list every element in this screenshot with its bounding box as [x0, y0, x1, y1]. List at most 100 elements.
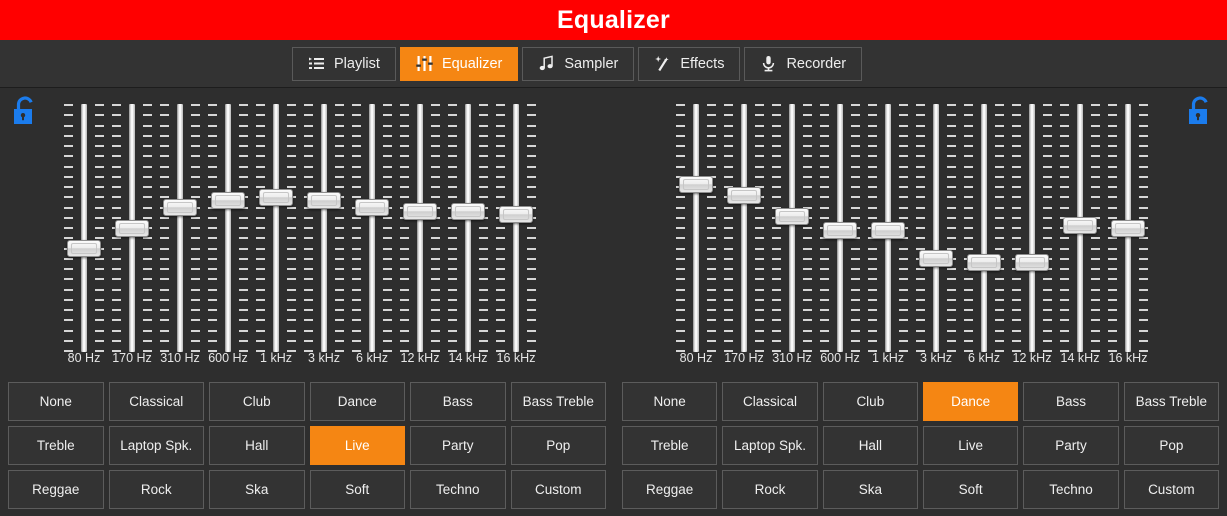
preset-button-dance[interactable]: Dance [923, 382, 1018, 421]
slider-track[interactable] [981, 104, 987, 352]
slider-track[interactable] [693, 104, 699, 352]
preset-button-pop[interactable]: Pop [511, 426, 607, 465]
eq-slider-right-14khz[interactable]: 14 kHz [1056, 89, 1104, 377]
slider-thumb[interactable] [1063, 217, 1097, 234]
slider-track[interactable] [177, 104, 183, 352]
slider-track[interactable] [273, 104, 279, 352]
slider-track[interactable] [321, 104, 327, 352]
slider-thumb[interactable] [775, 208, 809, 225]
slider-track[interactable] [741, 104, 747, 352]
preset-button-party[interactable]: Party [410, 426, 506, 465]
eq-slider-right-16khz[interactable]: 16 kHz [1104, 89, 1152, 377]
eq-slider-right-3khz[interactable]: 3 kHz [912, 89, 960, 377]
preset-button-custom[interactable]: Custom [511, 470, 607, 509]
preset-button-club[interactable]: Club [209, 382, 305, 421]
preset-button-reggae[interactable]: Reggae [8, 470, 104, 509]
slider-thumb[interactable] [355, 199, 389, 216]
slider-thumb[interactable] [451, 203, 485, 220]
tab-recorder[interactable]: Recorder [744, 47, 862, 81]
slider-thumb[interactable] [871, 222, 905, 239]
slider-thumb[interactable] [163, 199, 197, 216]
slider-thumb[interactable] [307, 192, 341, 209]
eq-slider-right-170hz[interactable]: 170 Hz [720, 89, 768, 377]
preset-button-rock[interactable]: Rock [722, 470, 817, 509]
eq-slider-right-600hz[interactable]: 600 Hz [816, 89, 864, 377]
unlocked-padlock-icon[interactable] [12, 96, 38, 126]
eq-slider-left-80hz[interactable]: 80 Hz [60, 89, 108, 377]
unlocked-padlock-icon[interactable] [1187, 96, 1213, 126]
preset-button-techno[interactable]: Techno [1023, 470, 1118, 509]
slider-thumb[interactable] [823, 222, 857, 239]
preset-button-laptop-spk[interactable]: Laptop Spk. [109, 426, 205, 465]
preset-button-laptop-spk[interactable]: Laptop Spk. [722, 426, 817, 465]
slider-thumb[interactable] [499, 206, 533, 223]
slider-thumb[interactable] [67, 240, 101, 257]
eq-slider-left-12khz[interactable]: 12 kHz [396, 89, 444, 377]
preset-button-bass-treble[interactable]: Bass Treble [511, 382, 607, 421]
slider-thumb[interactable] [211, 192, 245, 209]
eq-slider-right-310hz[interactable]: 310 Hz [768, 89, 816, 377]
preset-button-soft[interactable]: Soft [310, 470, 406, 509]
preset-button-club[interactable]: Club [823, 382, 918, 421]
tab-label: Equalizer [442, 56, 502, 72]
eq-slider-left-14khz[interactable]: 14 kHz [444, 89, 492, 377]
preset-button-party[interactable]: Party [1023, 426, 1118, 465]
slider-track[interactable] [417, 104, 423, 352]
slider-track[interactable] [513, 104, 519, 352]
slider-thumb[interactable] [259, 189, 293, 206]
preset-button-classical[interactable]: Classical [722, 382, 817, 421]
slider-track[interactable] [369, 104, 375, 352]
preset-button-ska[interactable]: Ska [823, 470, 918, 509]
tab-equalizer[interactable]: Equalizer [400, 47, 518, 81]
tab-sampler[interactable]: Sampler [522, 47, 634, 81]
preset-button-techno[interactable]: Techno [410, 470, 506, 509]
preset-button-live[interactable]: Live [923, 426, 1018, 465]
eq-slider-left-16khz[interactable]: 16 kHz [492, 89, 540, 377]
preset-button-none[interactable]: None [8, 382, 104, 421]
slider-track[interactable] [789, 104, 795, 352]
slider-thumb[interactable] [1015, 254, 1049, 271]
preset-button-reggae[interactable]: Reggae [622, 470, 717, 509]
eq-slider-left-310hz[interactable]: 310 Hz [156, 89, 204, 377]
tab-playlist[interactable]: Playlist [292, 47, 396, 81]
preset-button-classical[interactable]: Classical [109, 382, 205, 421]
eq-slider-left-1khz[interactable]: 1 kHz [252, 89, 300, 377]
preset-button-live[interactable]: Live [310, 426, 406, 465]
preset-button-rock[interactable]: Rock [109, 470, 205, 509]
eq-slider-left-3khz[interactable]: 3 kHz [300, 89, 348, 377]
eq-slider-left-170hz[interactable]: 170 Hz [108, 89, 156, 377]
preset-button-hall[interactable]: Hall [823, 426, 918, 465]
preset-button-none[interactable]: None [622, 382, 717, 421]
slider-track[interactable] [225, 104, 231, 352]
eq-slider-right-80hz[interactable]: 80 Hz [672, 89, 720, 377]
slider-thumb[interactable] [727, 187, 761, 204]
slider-track[interactable] [1029, 104, 1035, 352]
slider-thumb[interactable] [115, 220, 149, 237]
preset-button-treble[interactable]: Treble [8, 426, 104, 465]
preset-button-bass[interactable]: Bass [1023, 382, 1118, 421]
preset-button-bass[interactable]: Bass [410, 382, 506, 421]
eq-slider-right-6khz[interactable]: 6 kHz [960, 89, 1008, 377]
slider-thumb[interactable] [679, 176, 713, 193]
preset-button-ska[interactable]: Ska [209, 470, 305, 509]
slider-thumb[interactable] [1111, 220, 1145, 237]
frequency-label: 1 kHz [252, 351, 300, 365]
slider-track[interactable] [465, 104, 471, 352]
eq-slider-right-12khz[interactable]: 12 kHz [1008, 89, 1056, 377]
slider-thumb[interactable] [403, 203, 437, 220]
slider-thumb[interactable] [919, 250, 953, 267]
preset-button-soft[interactable]: Soft [923, 470, 1018, 509]
eq-slider-left-6khz[interactable]: 6 kHz [348, 89, 396, 377]
eq-slider-left-600hz[interactable]: 600 Hz [204, 89, 252, 377]
preset-button-bass-treble[interactable]: Bass Treble [1124, 382, 1219, 421]
eq-slider-right-1khz[interactable]: 1 kHz [864, 89, 912, 377]
slider-thumb[interactable] [967, 254, 1001, 271]
slider-track[interactable] [81, 104, 87, 352]
preset-button-treble[interactable]: Treble [622, 426, 717, 465]
preset-button-hall[interactable]: Hall [209, 426, 305, 465]
preset-button-dance[interactable]: Dance [310, 382, 406, 421]
tab-effects[interactable]: Effects [638, 47, 740, 81]
preset-button-pop[interactable]: Pop [1124, 426, 1219, 465]
preset-button-custom[interactable]: Custom [1124, 470, 1219, 509]
slider-track[interactable] [933, 104, 939, 352]
